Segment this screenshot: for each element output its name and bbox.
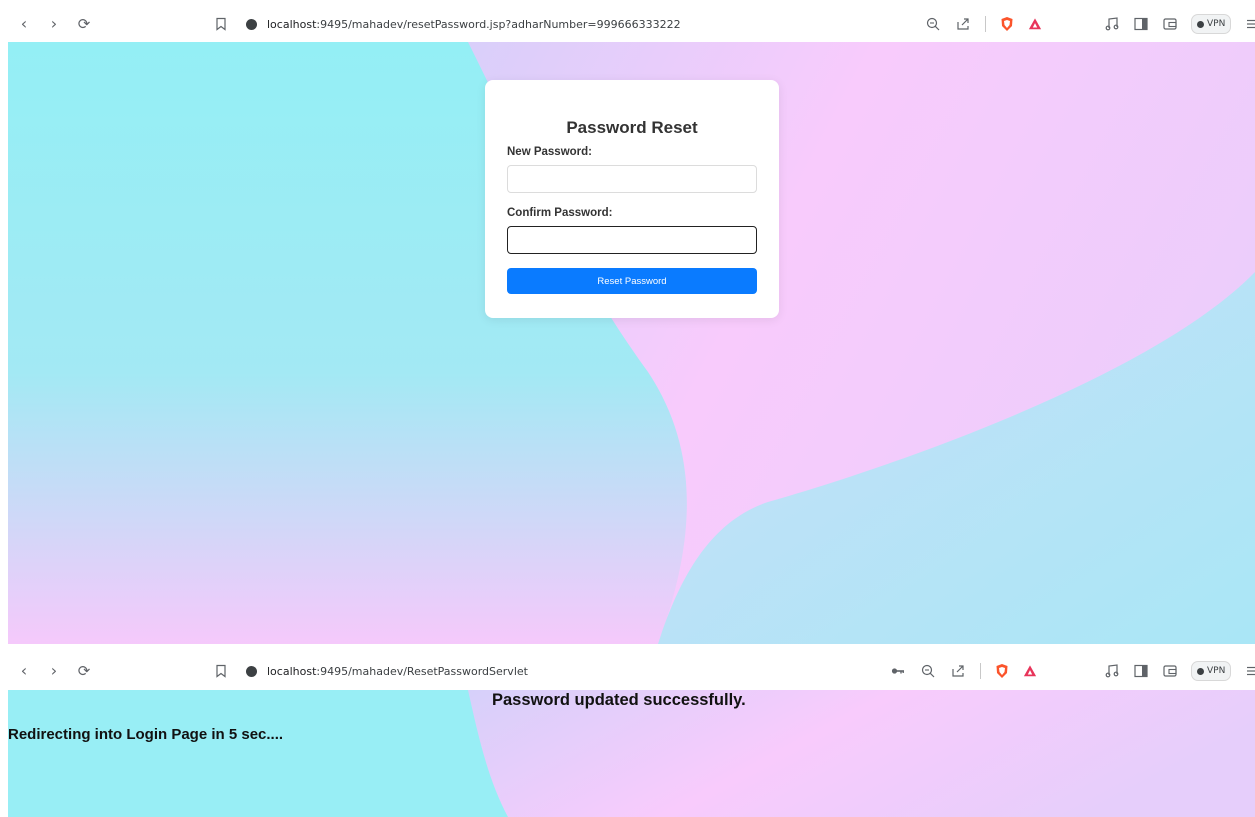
vpn-status-icon [1197, 667, 1204, 675]
result-viewport: Password updated successfully. Redirecti… [8, 690, 1255, 817]
bookmark-icon[interactable] [214, 17, 228, 31]
back-icon[interactable]: ‹ [16, 16, 32, 32]
browser-extension-tools: VPN [1104, 661, 1255, 681]
toolbar-separator [985, 16, 986, 32]
url-host: localhost [267, 664, 317, 678]
brave-rewards-icon[interactable] [1028, 16, 1042, 32]
share-icon[interactable] [950, 663, 966, 679]
wallet-icon[interactable] [1162, 16, 1178, 32]
bookmark-icon[interactable] [214, 664, 228, 678]
media-icon[interactable] [1104, 663, 1120, 679]
vpn-label: VPN [1207, 666, 1226, 676]
address-bar[interactable]: localhost:9495/mahadev/ResetPasswordServ… [267, 665, 528, 678]
nav-buttons-2: ‹ › ⟳ [8, 663, 208, 680]
site-info-icon[interactable] [246, 18, 257, 30]
address-bar-tools [925, 16, 1042, 32]
nav-buttons: ‹ › ⟳ [8, 16, 208, 33]
vpn-status-icon [1197, 20, 1204, 28]
browser-toolbar-2: ‹ › ⟳ localhost:9495/mahadev/ResetPasswo… [8, 652, 1255, 690]
brave-shield-icon[interactable] [995, 663, 1009, 679]
zoom-icon[interactable] [920, 663, 936, 679]
menu-icon[interactable] [1244, 16, 1255, 32]
menu-icon[interactable] [1244, 663, 1255, 679]
share-icon[interactable] [955, 16, 971, 32]
browser-toolbar: ‹ › ⟳ localhost:9495/mahadev/resetPasswo… [8, 6, 1255, 42]
address-bar-tools [890, 663, 1037, 679]
url-path: :9495/mahadev/resetPassword.jsp?adharNum… [316, 17, 681, 31]
zoom-icon[interactable] [925, 16, 941, 32]
brave-rewards-icon[interactable] [1023, 663, 1037, 679]
new-password-label: New Password: [507, 146, 592, 158]
back-icon[interactable]: ‹ [16, 663, 32, 679]
confirm-password-label: Confirm Password: [507, 207, 613, 219]
url-host: localhost [267, 17, 317, 31]
wallet-icon[interactable] [1162, 663, 1178, 679]
sidebar-icon[interactable] [1133, 663, 1149, 679]
media-icon[interactable] [1104, 16, 1120, 32]
page-viewport: Password Reset New Password: Confirm Pas… [8, 42, 1255, 644]
brave-shield-icon[interactable] [1000, 16, 1014, 32]
forward-icon[interactable]: › [46, 663, 62, 679]
vpn-button[interactable]: VPN [1191, 661, 1232, 681]
password-reset-card: Password Reset New Password: Confirm Pas… [485, 80, 779, 318]
site-info-icon[interactable] [246, 665, 257, 677]
sidebar-icon[interactable] [1133, 16, 1149, 32]
toolbar-separator [980, 663, 981, 679]
reload-icon[interactable]: ⟳ [76, 663, 92, 679]
confirm-password-field[interactable] [507, 226, 757, 254]
key-icon[interactable] [890, 663, 906, 679]
forward-icon[interactable]: › [46, 16, 62, 32]
url-path: :9495/mahadev/ResetPasswordServlet [316, 664, 528, 678]
redirect-message: Redirecting into Login Page in 5 sec.... [8, 726, 284, 743]
browser-extension-tools: VPN [1104, 14, 1255, 34]
vpn-button[interactable]: VPN [1191, 14, 1232, 34]
reset-password-button[interactable]: Reset Password [507, 268, 757, 294]
vpn-label: VPN [1207, 19, 1226, 29]
reload-icon[interactable]: ⟳ [76, 16, 92, 32]
page-title: Password Reset [566, 118, 698, 137]
address-bar[interactable]: localhost:9495/mahadev/resetPassword.jsp… [267, 18, 681, 31]
new-password-field[interactable] [507, 165, 757, 193]
success-message: Password updated successfully. [492, 691, 746, 709]
